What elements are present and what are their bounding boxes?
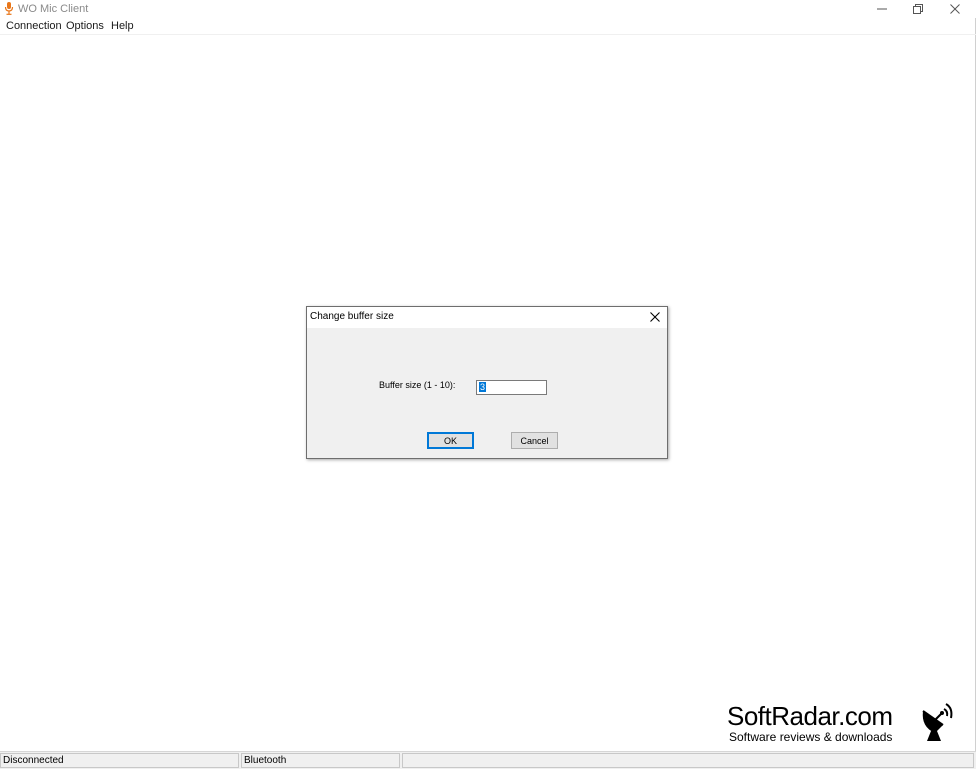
status-mode: Bluetooth	[241, 753, 400, 768]
ok-button[interactable]: OK	[427, 432, 474, 449]
watermark-title: SoftRadar.com	[727, 701, 893, 731]
dialog-title: Change buffer size	[310, 311, 394, 322]
watermark-subtitle: Software reviews & downloads	[729, 730, 893, 744]
buffer-size-input[interactable]: 3	[476, 380, 547, 395]
close-icon	[950, 4, 960, 14]
status-connection: Disconnected	[0, 753, 239, 768]
title-bar[interactable]: WO Mic Client	[0, 0, 976, 18]
buffer-size-dialog: Change buffer size Buffer size (1 - 10):…	[306, 306, 668, 459]
buffer-size-value: 3	[479, 382, 487, 392]
dialog-title-bar[interactable]: Change buffer size	[307, 307, 667, 328]
cancel-button[interactable]: Cancel	[511, 432, 558, 449]
close-icon	[650, 312, 660, 322]
dialog-close-button[interactable]	[647, 310, 663, 324]
status-extra	[402, 753, 974, 768]
watermark: SoftRadar.com Software reviews & downloa…	[727, 701, 957, 747]
app-window: WO Mic Client Connection Options Help Ch…	[0, 0, 976, 769]
menu-bar: Connection Options Help	[0, 18, 976, 35]
microphone-icon	[4, 2, 14, 15]
window-title: WO Mic Client	[18, 3, 89, 15]
satellite-dish-icon	[922, 703, 953, 741]
buffer-size-label: Buffer size (1 - 10):	[379, 380, 456, 390]
menu-connection[interactable]: Connection	[6, 20, 62, 33]
minimize-icon	[877, 8, 887, 10]
minimize-button[interactable]	[864, 0, 900, 18]
restore-icon	[913, 4, 923, 14]
menu-help[interactable]: Help	[111, 20, 134, 33]
status-bar: Disconnected Bluetooth	[0, 751, 976, 769]
menu-options[interactable]: Options	[66, 20, 104, 33]
restore-button[interactable]	[900, 0, 936, 18]
close-button[interactable]	[937, 0, 973, 18]
